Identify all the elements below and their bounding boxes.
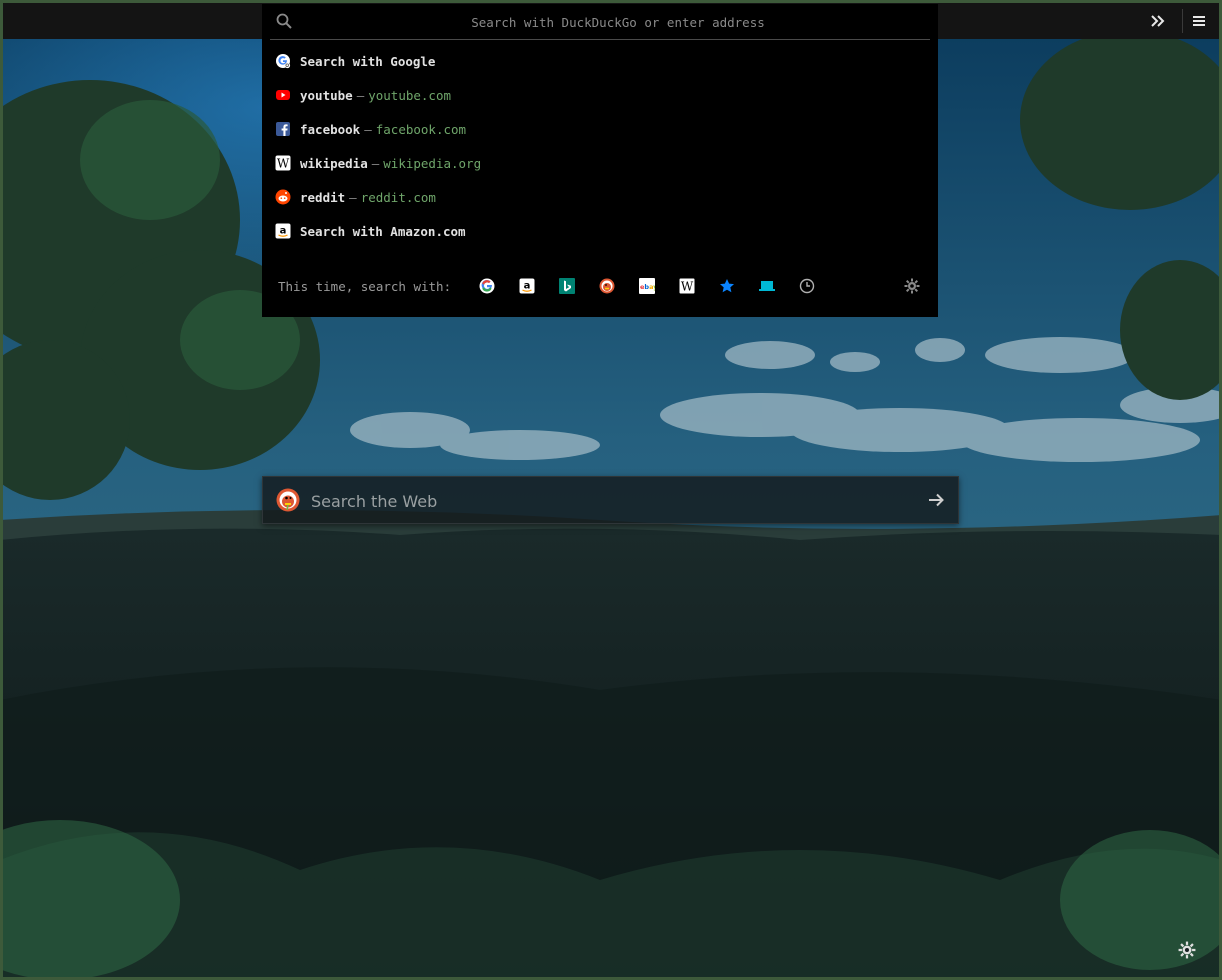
suggestion-reddit[interactable]: reddit — reddit.com bbox=[262, 180, 938, 214]
suggestion-youtube[interactable]: youtube — youtube.com bbox=[262, 78, 938, 112]
facebook-icon bbox=[275, 121, 291, 137]
svg-text:W: W bbox=[277, 157, 290, 171]
suggestion-url: wikipedia.org bbox=[383, 155, 482, 171]
suggestion-title: wikipedia bbox=[300, 155, 368, 171]
reddit-icon bbox=[275, 189, 291, 205]
one-off-search-bar: This time, search with: a ebay W bbox=[278, 274, 928, 298]
tabs-icon[interactable] bbox=[747, 274, 787, 298]
duckduckgo-icon[interactable] bbox=[587, 274, 627, 298]
suggestion-list: Search with Google youtube — youtube.com… bbox=[262, 44, 938, 248]
suggestion-separator: — bbox=[356, 87, 365, 103]
suggestion-separator: — bbox=[349, 189, 357, 205]
suggestion-title: reddit bbox=[300, 189, 346, 205]
gear-icon[interactable] bbox=[900, 274, 924, 298]
ebay-icon[interactable]: ebay bbox=[627, 274, 667, 298]
suggestion-wikipedia[interactable]: W wikipedia — wikipedia.org bbox=[262, 146, 938, 180]
duckduckgo-icon bbox=[276, 488, 300, 516]
suggestion-url: facebook.com bbox=[375, 121, 467, 137]
bing-icon[interactable] bbox=[547, 274, 587, 298]
youtube-icon bbox=[275, 87, 291, 103]
suggestion-separator: — bbox=[364, 121, 372, 137]
svg-text:a: a bbox=[524, 281, 531, 292]
suggestion-url: youtube.com bbox=[368, 87, 452, 103]
svg-text:a: a bbox=[280, 226, 287, 237]
suggestion-facebook[interactable]: facebook — facebook.com bbox=[262, 112, 938, 146]
suggestion-title: youtube bbox=[300, 87, 353, 103]
wikipedia-icon[interactable]: W bbox=[667, 274, 707, 298]
urlbar-input[interactable] bbox=[306, 7, 930, 38]
search-icon bbox=[276, 13, 292, 33]
hamburger-menu-icon[interactable] bbox=[1181, 3, 1217, 39]
web-search-input[interactable] bbox=[309, 485, 913, 517]
history-icon[interactable] bbox=[787, 274, 827, 298]
suggestion-amazon-search[interactable]: a Search with Amazon.com bbox=[262, 214, 938, 248]
suggestion-title: facebook bbox=[300, 121, 361, 137]
urlbar-dropdown: Search with Google youtube — youtube.com… bbox=[262, 4, 938, 317]
double-chevron-right-icon[interactable] bbox=[1140, 3, 1176, 39]
google-search-icon bbox=[275, 53, 291, 69]
urlbar bbox=[270, 4, 930, 40]
suggestion-title: Search with Google bbox=[300, 53, 436, 69]
google-icon[interactable] bbox=[467, 274, 507, 298]
amazon-icon: a bbox=[275, 223, 291, 239]
arrow-right-icon[interactable] bbox=[926, 490, 946, 514]
suggestion-url: reddit.com bbox=[360, 189, 436, 205]
one-off-search-label: This time, search with: bbox=[278, 278, 452, 294]
wikipedia-icon: W bbox=[275, 155, 291, 171]
suggestion-separator: — bbox=[371, 155, 380, 171]
web-search-box bbox=[262, 476, 959, 524]
gear-icon[interactable] bbox=[1178, 941, 1196, 963]
suggestion-title: Search with Amazon.com bbox=[300, 223, 466, 239]
suggestion-google-search[interactable]: Search with Google bbox=[262, 44, 938, 78]
svg-text:ebay: ebay bbox=[640, 283, 655, 291]
amazon-icon[interactable]: a bbox=[507, 274, 547, 298]
bookmarks-star-icon[interactable] bbox=[707, 274, 747, 298]
svg-text:W: W bbox=[681, 280, 694, 294]
